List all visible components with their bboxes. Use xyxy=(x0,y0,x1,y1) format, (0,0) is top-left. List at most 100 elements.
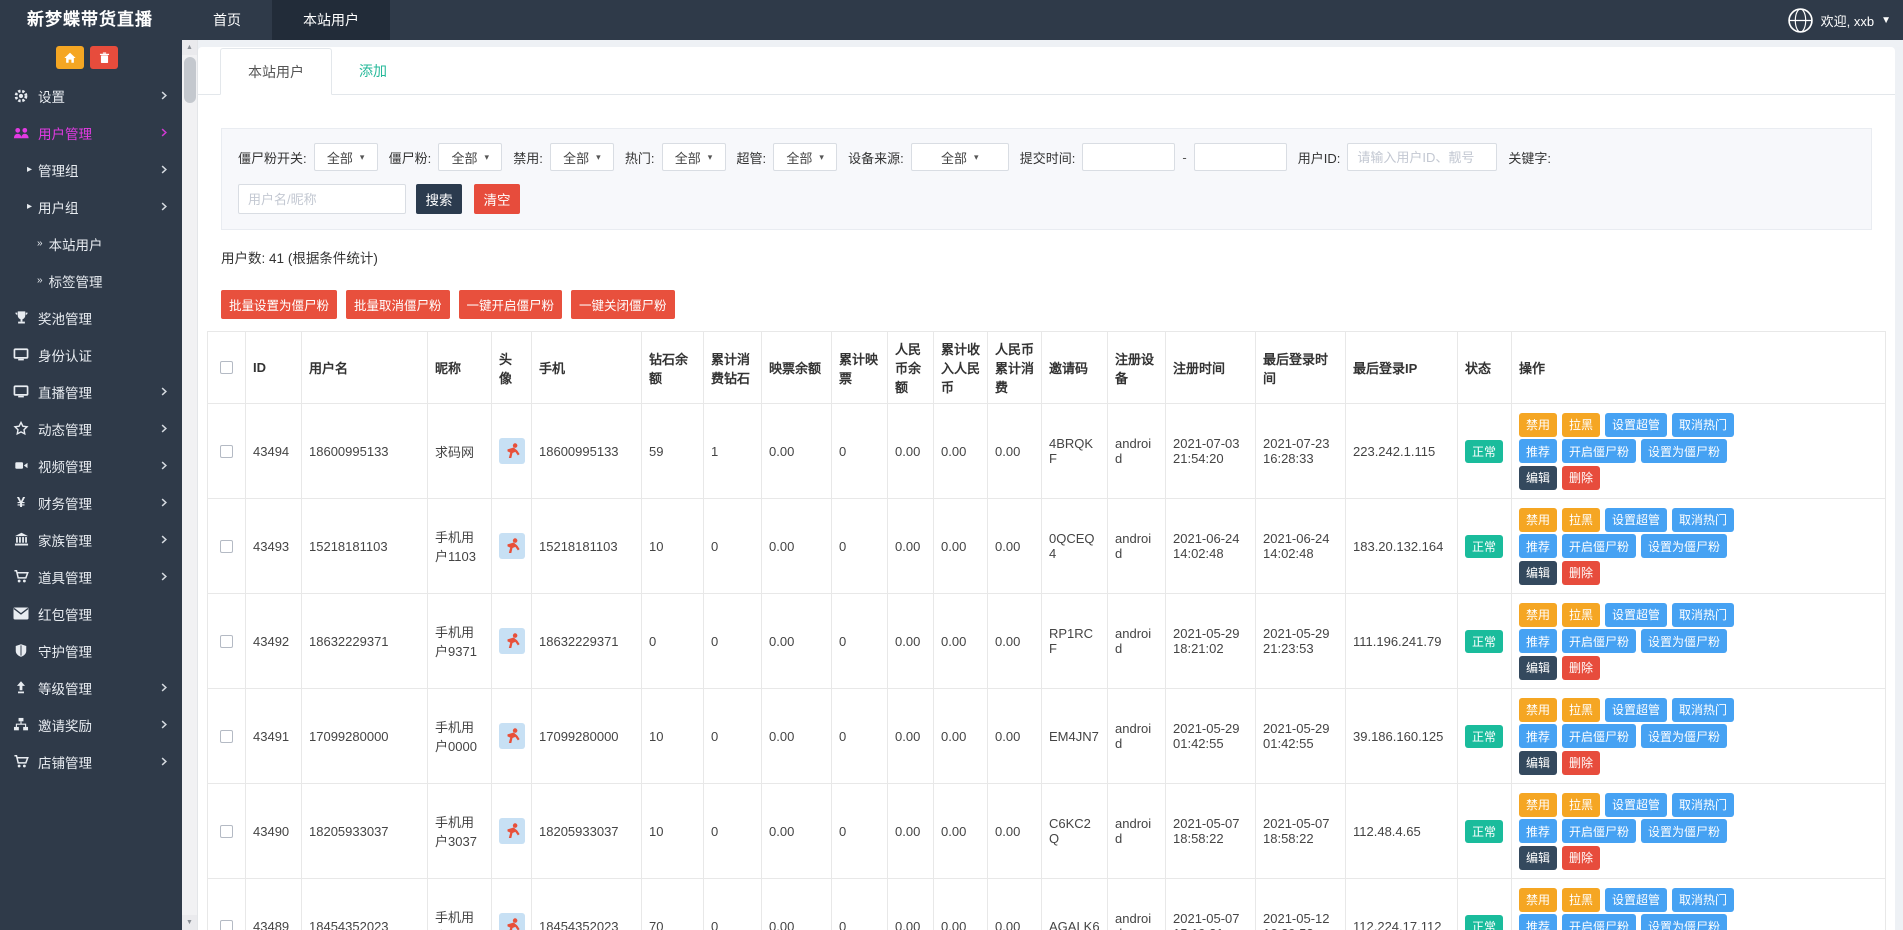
action-button-取消热门[interactable]: 取消热门 xyxy=(1672,888,1734,912)
sidebar-item-红包管理[interactable]: 红包管理 xyxy=(0,595,182,632)
action-button-禁用[interactable]: 禁用 xyxy=(1519,508,1557,532)
action-button-设置为僵尸粉[interactable]: 设置为僵尸粉 xyxy=(1641,914,1727,930)
action-button-编辑[interactable]: 编辑 xyxy=(1519,466,1557,490)
topbar-tab-首页[interactable]: 首页 xyxy=(182,0,272,40)
action-button-开启僵尸粉[interactable]: 开启僵尸粉 xyxy=(1562,724,1636,748)
user-menu[interactable]: 欢迎, xxb ▼ xyxy=(1787,0,1903,40)
action-button-禁用[interactable]: 禁用 xyxy=(1519,888,1557,912)
sidebar-item-视频管理[interactable]: 视频管理 xyxy=(0,447,182,484)
search-button[interactable]: 搜索 xyxy=(416,184,462,214)
trash-button[interactable] xyxy=(90,46,118,69)
tab-添加[interactable]: 添加 xyxy=(332,48,414,95)
row-checkbox[interactable] xyxy=(220,825,233,838)
action-button-编辑[interactable]: 编辑 xyxy=(1519,846,1557,870)
sidebar-scrollbar[interactable]: ▲ ▼ xyxy=(182,40,198,930)
scrollbar-thumb[interactable] xyxy=(184,57,196,103)
user-id-input[interactable] xyxy=(1347,143,1497,171)
sidebar-item-用户管理[interactable]: 用户管理 xyxy=(0,114,182,151)
action-button-推荐[interactable]: 推荐 xyxy=(1519,534,1557,558)
action-button-拉黑[interactable]: 拉黑 xyxy=(1562,508,1600,532)
sidebar-item-奖池管理[interactable]: 奖池管理 xyxy=(0,299,182,336)
sidebar-item-财务管理[interactable]: ¥财务管理 xyxy=(0,484,182,521)
action-button-拉黑[interactable]: 拉黑 xyxy=(1562,888,1600,912)
action-button-开启僵尸粉[interactable]: 开启僵尸粉 xyxy=(1562,819,1636,843)
user-avatar[interactable] xyxy=(499,818,525,844)
action-button-开启僵尸粉[interactable]: 开启僵尸粉 xyxy=(1562,439,1636,463)
action-button-推荐[interactable]: 推荐 xyxy=(1519,914,1557,930)
action-button-编辑[interactable]: 编辑 xyxy=(1519,751,1557,775)
sidebar-item-邀请奖励[interactable]: 邀请奖励 xyxy=(0,706,182,743)
action-button-取消热门[interactable]: 取消热门 xyxy=(1672,698,1734,722)
row-checkbox[interactable] xyxy=(220,730,233,743)
sidebar-item-守护管理[interactable]: 守护管理 xyxy=(0,632,182,669)
filter-select[interactable]: 全部▾ xyxy=(438,143,502,171)
sidebar-item-动态管理[interactable]: 动态管理 xyxy=(0,410,182,447)
batch-button-批量取消僵尸粉[interactable]: 批量取消僵尸粉 xyxy=(346,290,450,319)
sidebar-item-标签管理[interactable]: »标签管理 xyxy=(0,262,182,299)
topbar-tab-本站用户[interactable]: 本站用户 xyxy=(272,0,390,40)
username-nickname-input[interactable] xyxy=(238,184,406,214)
select-all-checkbox[interactable] xyxy=(220,361,233,374)
action-button-删除[interactable]: 删除 xyxy=(1562,751,1600,775)
action-button-设置为僵尸粉[interactable]: 设置为僵尸粉 xyxy=(1641,534,1727,558)
action-button-推荐[interactable]: 推荐 xyxy=(1519,439,1557,463)
action-button-设置为僵尸粉[interactable]: 设置为僵尸粉 xyxy=(1641,724,1727,748)
action-button-推荐[interactable]: 推荐 xyxy=(1519,724,1557,748)
sidebar-item-管理组[interactable]: ▸管理组 xyxy=(0,151,182,188)
sidebar-item-家族管理[interactable]: 家族管理 xyxy=(0,521,182,558)
action-button-设置为僵尸粉[interactable]: 设置为僵尸粉 xyxy=(1641,439,1727,463)
row-checkbox[interactable] xyxy=(220,920,233,930)
action-button-取消热门[interactable]: 取消热门 xyxy=(1672,413,1734,437)
batch-button-批量设置为僵尸粉[interactable]: 批量设置为僵尸粉 xyxy=(221,290,337,319)
action-button-禁用[interactable]: 禁用 xyxy=(1519,413,1557,437)
action-button-推荐[interactable]: 推荐 xyxy=(1519,629,1557,653)
action-button-禁用[interactable]: 禁用 xyxy=(1519,698,1557,722)
action-button-删除[interactable]: 删除 xyxy=(1562,656,1600,680)
action-button-设置为僵尸粉[interactable]: 设置为僵尸粉 xyxy=(1641,629,1727,653)
action-button-禁用[interactable]: 禁用 xyxy=(1519,603,1557,627)
batch-button-一键开启僵尸粉[interactable]: 一键开启僵尸粉 xyxy=(459,290,563,319)
tab-本站用户[interactable]: 本站用户 xyxy=(220,48,332,95)
row-checkbox[interactable] xyxy=(220,635,233,648)
row-checkbox[interactable] xyxy=(220,540,233,553)
action-button-拉黑[interactable]: 拉黑 xyxy=(1562,603,1600,627)
submit-time-end-input[interactable] xyxy=(1194,143,1287,171)
filter-select[interactable]: 全部▾ xyxy=(773,143,837,171)
sidebar-item-身份认证[interactable]: 身份认证 xyxy=(0,336,182,373)
user-avatar[interactable] xyxy=(499,438,525,464)
filter-select[interactable]: 全部▾ xyxy=(911,143,1009,171)
sidebar-item-用户组[interactable]: ▸用户组 xyxy=(0,188,182,225)
scroll-down-arrow-icon[interactable]: ▼ xyxy=(182,915,197,930)
submit-time-start-input[interactable] xyxy=(1082,143,1175,171)
filter-select[interactable]: 全部▾ xyxy=(550,143,614,171)
action-button-设置超管[interactable]: 设置超管 xyxy=(1605,793,1667,817)
user-avatar[interactable] xyxy=(499,533,525,559)
action-button-取消热门[interactable]: 取消热门 xyxy=(1672,603,1734,627)
sidebar-item-道具管理[interactable]: 道具管理 xyxy=(0,558,182,595)
user-avatar[interactable] xyxy=(499,628,525,654)
action-button-取消热门[interactable]: 取消热门 xyxy=(1672,508,1734,532)
action-button-开启僵尸粉[interactable]: 开启僵尸粉 xyxy=(1562,629,1636,653)
filter-select[interactable]: 全部▾ xyxy=(314,143,378,171)
action-button-编辑[interactable]: 编辑 xyxy=(1519,656,1557,680)
action-button-设置超管[interactable]: 设置超管 xyxy=(1605,413,1667,437)
scroll-up-arrow-icon[interactable]: ▲ xyxy=(182,40,197,55)
action-button-删除[interactable]: 删除 xyxy=(1562,561,1600,585)
action-button-拉黑[interactable]: 拉黑 xyxy=(1562,413,1600,437)
sidebar-item-直播管理[interactable]: 直播管理 xyxy=(0,373,182,410)
action-button-拉黑[interactable]: 拉黑 xyxy=(1562,793,1600,817)
action-button-开启僵尸粉[interactable]: 开启僵尸粉 xyxy=(1562,534,1636,558)
clear-button[interactable]: 清空 xyxy=(474,184,520,214)
action-button-删除[interactable]: 删除 xyxy=(1562,846,1600,870)
action-button-设置超管[interactable]: 设置超管 xyxy=(1605,698,1667,722)
filter-select[interactable]: 全部▾ xyxy=(662,143,726,171)
user-avatar[interactable] xyxy=(499,913,525,930)
home-button[interactable] xyxy=(56,46,84,69)
action-button-拉黑[interactable]: 拉黑 xyxy=(1562,698,1600,722)
action-button-设置为僵尸粉[interactable]: 设置为僵尸粉 xyxy=(1641,819,1727,843)
sidebar-item-设置[interactable]: 设置 xyxy=(0,77,182,114)
action-button-删除[interactable]: 删除 xyxy=(1562,466,1600,490)
sidebar-item-本站用户[interactable]: »本站用户 xyxy=(0,225,182,262)
row-checkbox[interactable] xyxy=(220,445,233,458)
action-button-开启僵尸粉[interactable]: 开启僵尸粉 xyxy=(1562,914,1636,930)
